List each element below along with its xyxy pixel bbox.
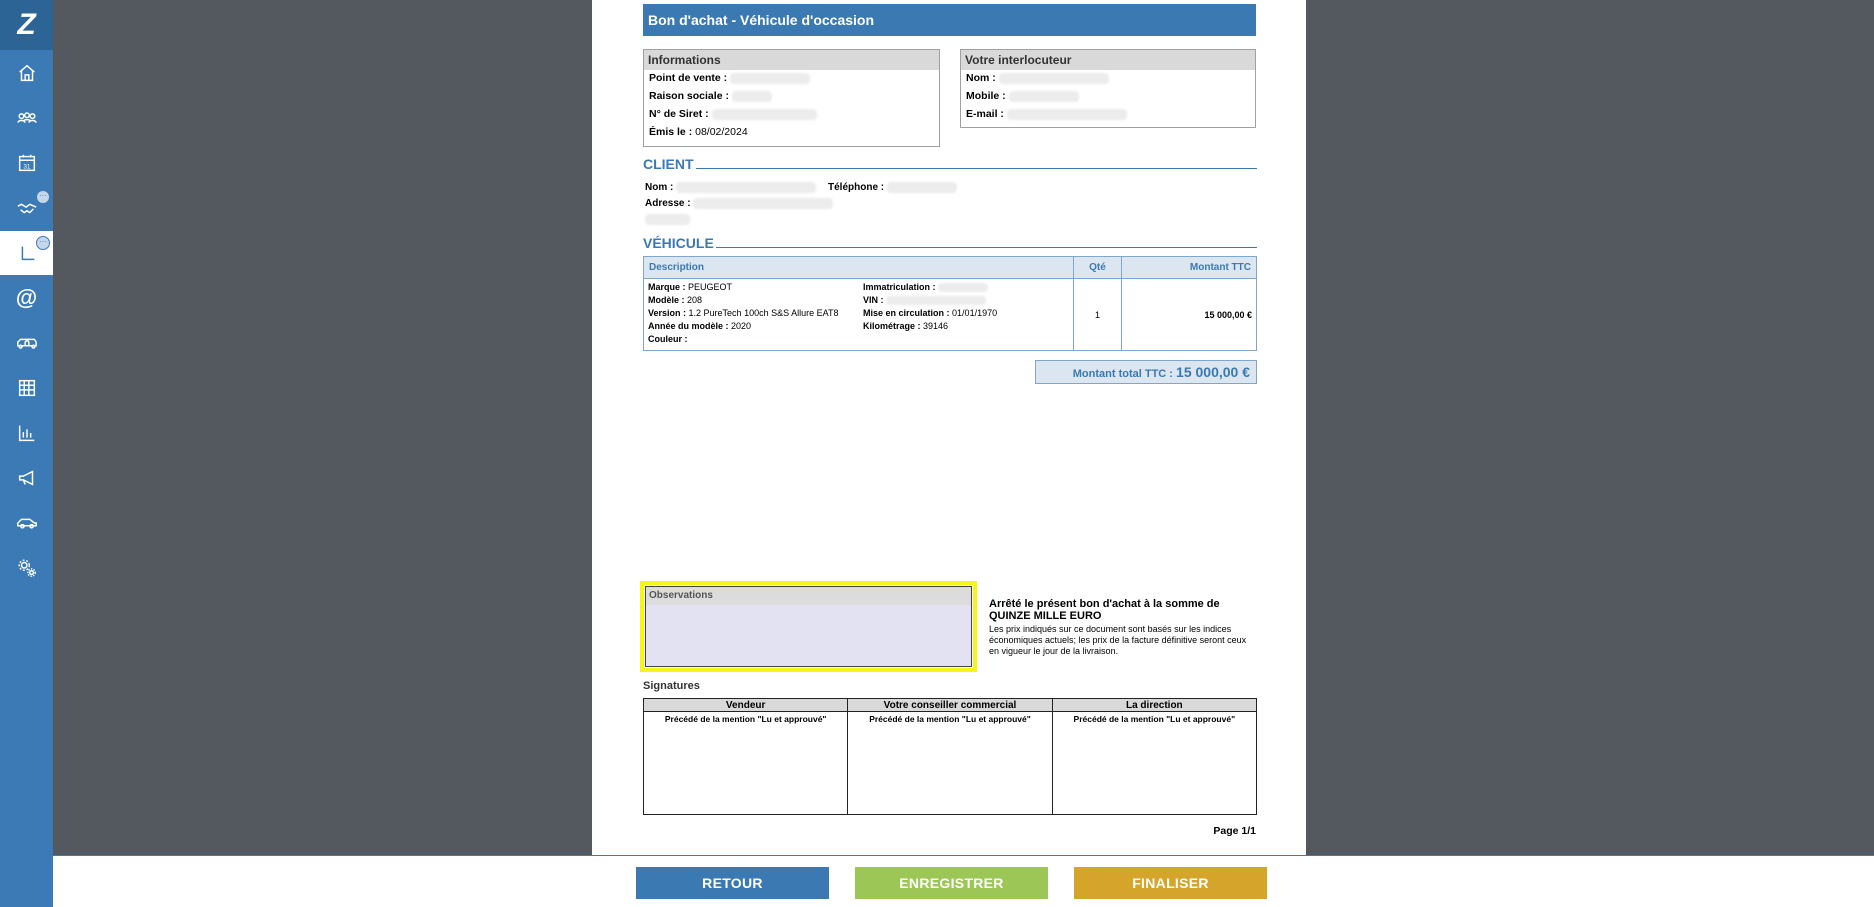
- emis-label: Émis le :: [649, 126, 693, 138]
- marque-value: PEUGEOT: [688, 282, 733, 292]
- handshake-icon[interactable]: ···: [0, 188, 53, 228]
- logo-letter: Z: [17, 8, 36, 41]
- arrete-text-block: Arrêté le présent bon d'achat à la somme…: [989, 598, 1257, 657]
- total-label: Montant total TTC :: [1072, 368, 1173, 380]
- sig-col-conseiller: Votre conseiller commercial: [847, 698, 1053, 712]
- bar-chart-icon[interactable]: [0, 413, 53, 453]
- redacted-value: [693, 198, 834, 209]
- sidebar: Z 31 ··· ··· @: [0, 0, 53, 907]
- redacted-value: [938, 283, 989, 293]
- qte-value: 1: [1073, 278, 1122, 351]
- page-number: Page 1/1: [1213, 825, 1256, 837]
- megaphone-icon[interactable]: [0, 458, 53, 498]
- settings-gears-icon[interactable]: [0, 548, 53, 588]
- interlocuteur-email-label: E-mail :: [966, 108, 1004, 120]
- arrete-note: Les prix indiqués sur ce document sont b…: [989, 624, 1247, 656]
- interlocuteur-nom-label: Nom :: [966, 72, 996, 84]
- action-bar: RETOUR ENREGISTRER FINALISER: [53, 855, 1874, 907]
- sig-col-vendeur: Vendeur: [642, 698, 849, 712]
- home-icon[interactable]: [0, 53, 53, 93]
- col-description: Description: [643, 256, 1074, 279]
- sig-mention-conseiller: Précédé de la mention "Lu et approuvé": [847, 711, 1053, 815]
- car-icon[interactable]: [0, 503, 53, 543]
- km-value: 39146: [923, 321, 949, 331]
- client-nom-label: Nom :: [645, 182, 674, 194]
- redacted-value: [886, 296, 987, 306]
- table-row: Marque : PEUGEOT Modèle : 208 Version : …: [643, 278, 1257, 351]
- at-icon[interactable]: @: [0, 278, 53, 318]
- at-symbol: @: [15, 285, 38, 310]
- annee-label: Année du modèle :: [648, 321, 729, 331]
- couleur-label: Couleur :: [648, 334, 688, 344]
- observations-field[interactable]: Observations: [645, 586, 972, 667]
- redacted-value: [998, 72, 1109, 84]
- version-value: 1.2 PureTech 100ch S&S Allure EAT8: [688, 308, 839, 318]
- notification-bubble-icon: ···: [36, 190, 50, 204]
- emis-date: 08/02/2024: [695, 126, 748, 138]
- client-adresse-label: Adresse :: [645, 198, 691, 210]
- col-qte: Qté: [1073, 256, 1122, 279]
- montant-value: 15 000,00 €: [1121, 278, 1257, 351]
- people-group-icon[interactable]: [0, 98, 53, 138]
- point-vente-label: Point de vente :: [649, 72, 728, 84]
- vehicule-section-title: VÉHICULE: [643, 235, 714, 251]
- interlocuteur-header: Votre interlocuteur: [961, 50, 1255, 70]
- mec-label: Mise en circulation :: [863, 308, 950, 318]
- version-label: Version :: [648, 308, 687, 318]
- document-corner-icon[interactable]: ···: [0, 231, 53, 275]
- client-telephone-label: Téléphone :: [828, 182, 885, 194]
- redacted-value: [711, 108, 817, 120]
- col-montant: Montant TTC: [1121, 256, 1257, 279]
- arrete-statement: Arrêté le présent bon d'achat à la somme…: [989, 598, 1220, 622]
- observations-highlight[interactable]: Observations: [640, 581, 977, 672]
- redacted-value: [676, 182, 817, 193]
- calendar-day: 31: [23, 164, 31, 171]
- app-logo[interactable]: Z: [0, 0, 53, 50]
- redacted-value: [731, 90, 772, 102]
- signatures-table: Vendeur Votre conseiller commercial La d…: [642, 698, 1258, 815]
- modele-label: Modèle :: [648, 295, 685, 305]
- redacted-value: [1006, 108, 1127, 120]
- table-icon[interactable]: [0, 368, 53, 408]
- retour-button[interactable]: RETOUR: [636, 867, 829, 899]
- info-header: Informations: [644, 50, 939, 70]
- notification-bubble-icon: ···: [36, 236, 50, 250]
- raison-sociale-label: Raison sociale :: [649, 90, 729, 102]
- client-section-title: CLIENT: [643, 156, 694, 172]
- signatures-title: Signatures: [643, 680, 700, 692]
- annee-value: 2020: [731, 321, 752, 331]
- enregistrer-button[interactable]: ENREGISTRER: [855, 867, 1048, 899]
- purchase-order-document: Bon d'achat - Véhicule d'occasion Inform…: [592, 0, 1306, 856]
- redacted-value: [1008, 90, 1079, 102]
- marque-label: Marque :: [648, 282, 686, 292]
- calendar-icon[interactable]: 31: [0, 143, 53, 183]
- immat-label: Immatriculation :: [863, 282, 936, 292]
- vehicule-divider: [716, 247, 1257, 248]
- finaliser-button[interactable]: FINALISER: [1074, 867, 1267, 899]
- vehicles-icon[interactable]: [0, 323, 53, 363]
- sig-mention-direction: Précédé de la mention "Lu et approuvé": [1051, 711, 1258, 815]
- interlocuteur-mobile-label: Mobile :: [966, 90, 1006, 102]
- document-title: Bon d'achat - Véhicule d'occasion: [643, 4, 1256, 36]
- redacted-value: [645, 214, 690, 225]
- interlocuteur-box: Votre interlocuteur Nom : Mobile : E-mai…: [960, 49, 1256, 128]
- vehicle-table: Description Qté Montant TTC Marque : PEU…: [643, 256, 1257, 351]
- client-divider: [696, 168, 1257, 169]
- info-box: Informations Point de vente : Raison soc…: [643, 49, 940, 147]
- redacted-value: [730, 72, 811, 84]
- modele-value: 208: [687, 295, 703, 305]
- siret-label: N° de Siret :: [649, 108, 709, 120]
- mec-value: 01/01/1970: [952, 308, 998, 318]
- vin-label: VIN :: [863, 295, 884, 305]
- total-value: 15 000,00 €: [1176, 364, 1250, 380]
- total-box: Montant total TTC : 15 000,00 €: [1035, 360, 1257, 384]
- sig-mention-vendeur: Précédé de la mention "Lu et approuvé": [642, 711, 849, 815]
- redacted-value: [886, 182, 957, 193]
- observations-label: Observations: [646, 587, 971, 605]
- km-label: Kilométrage :: [863, 321, 921, 331]
- sig-col-direction: La direction: [1051, 698, 1258, 712]
